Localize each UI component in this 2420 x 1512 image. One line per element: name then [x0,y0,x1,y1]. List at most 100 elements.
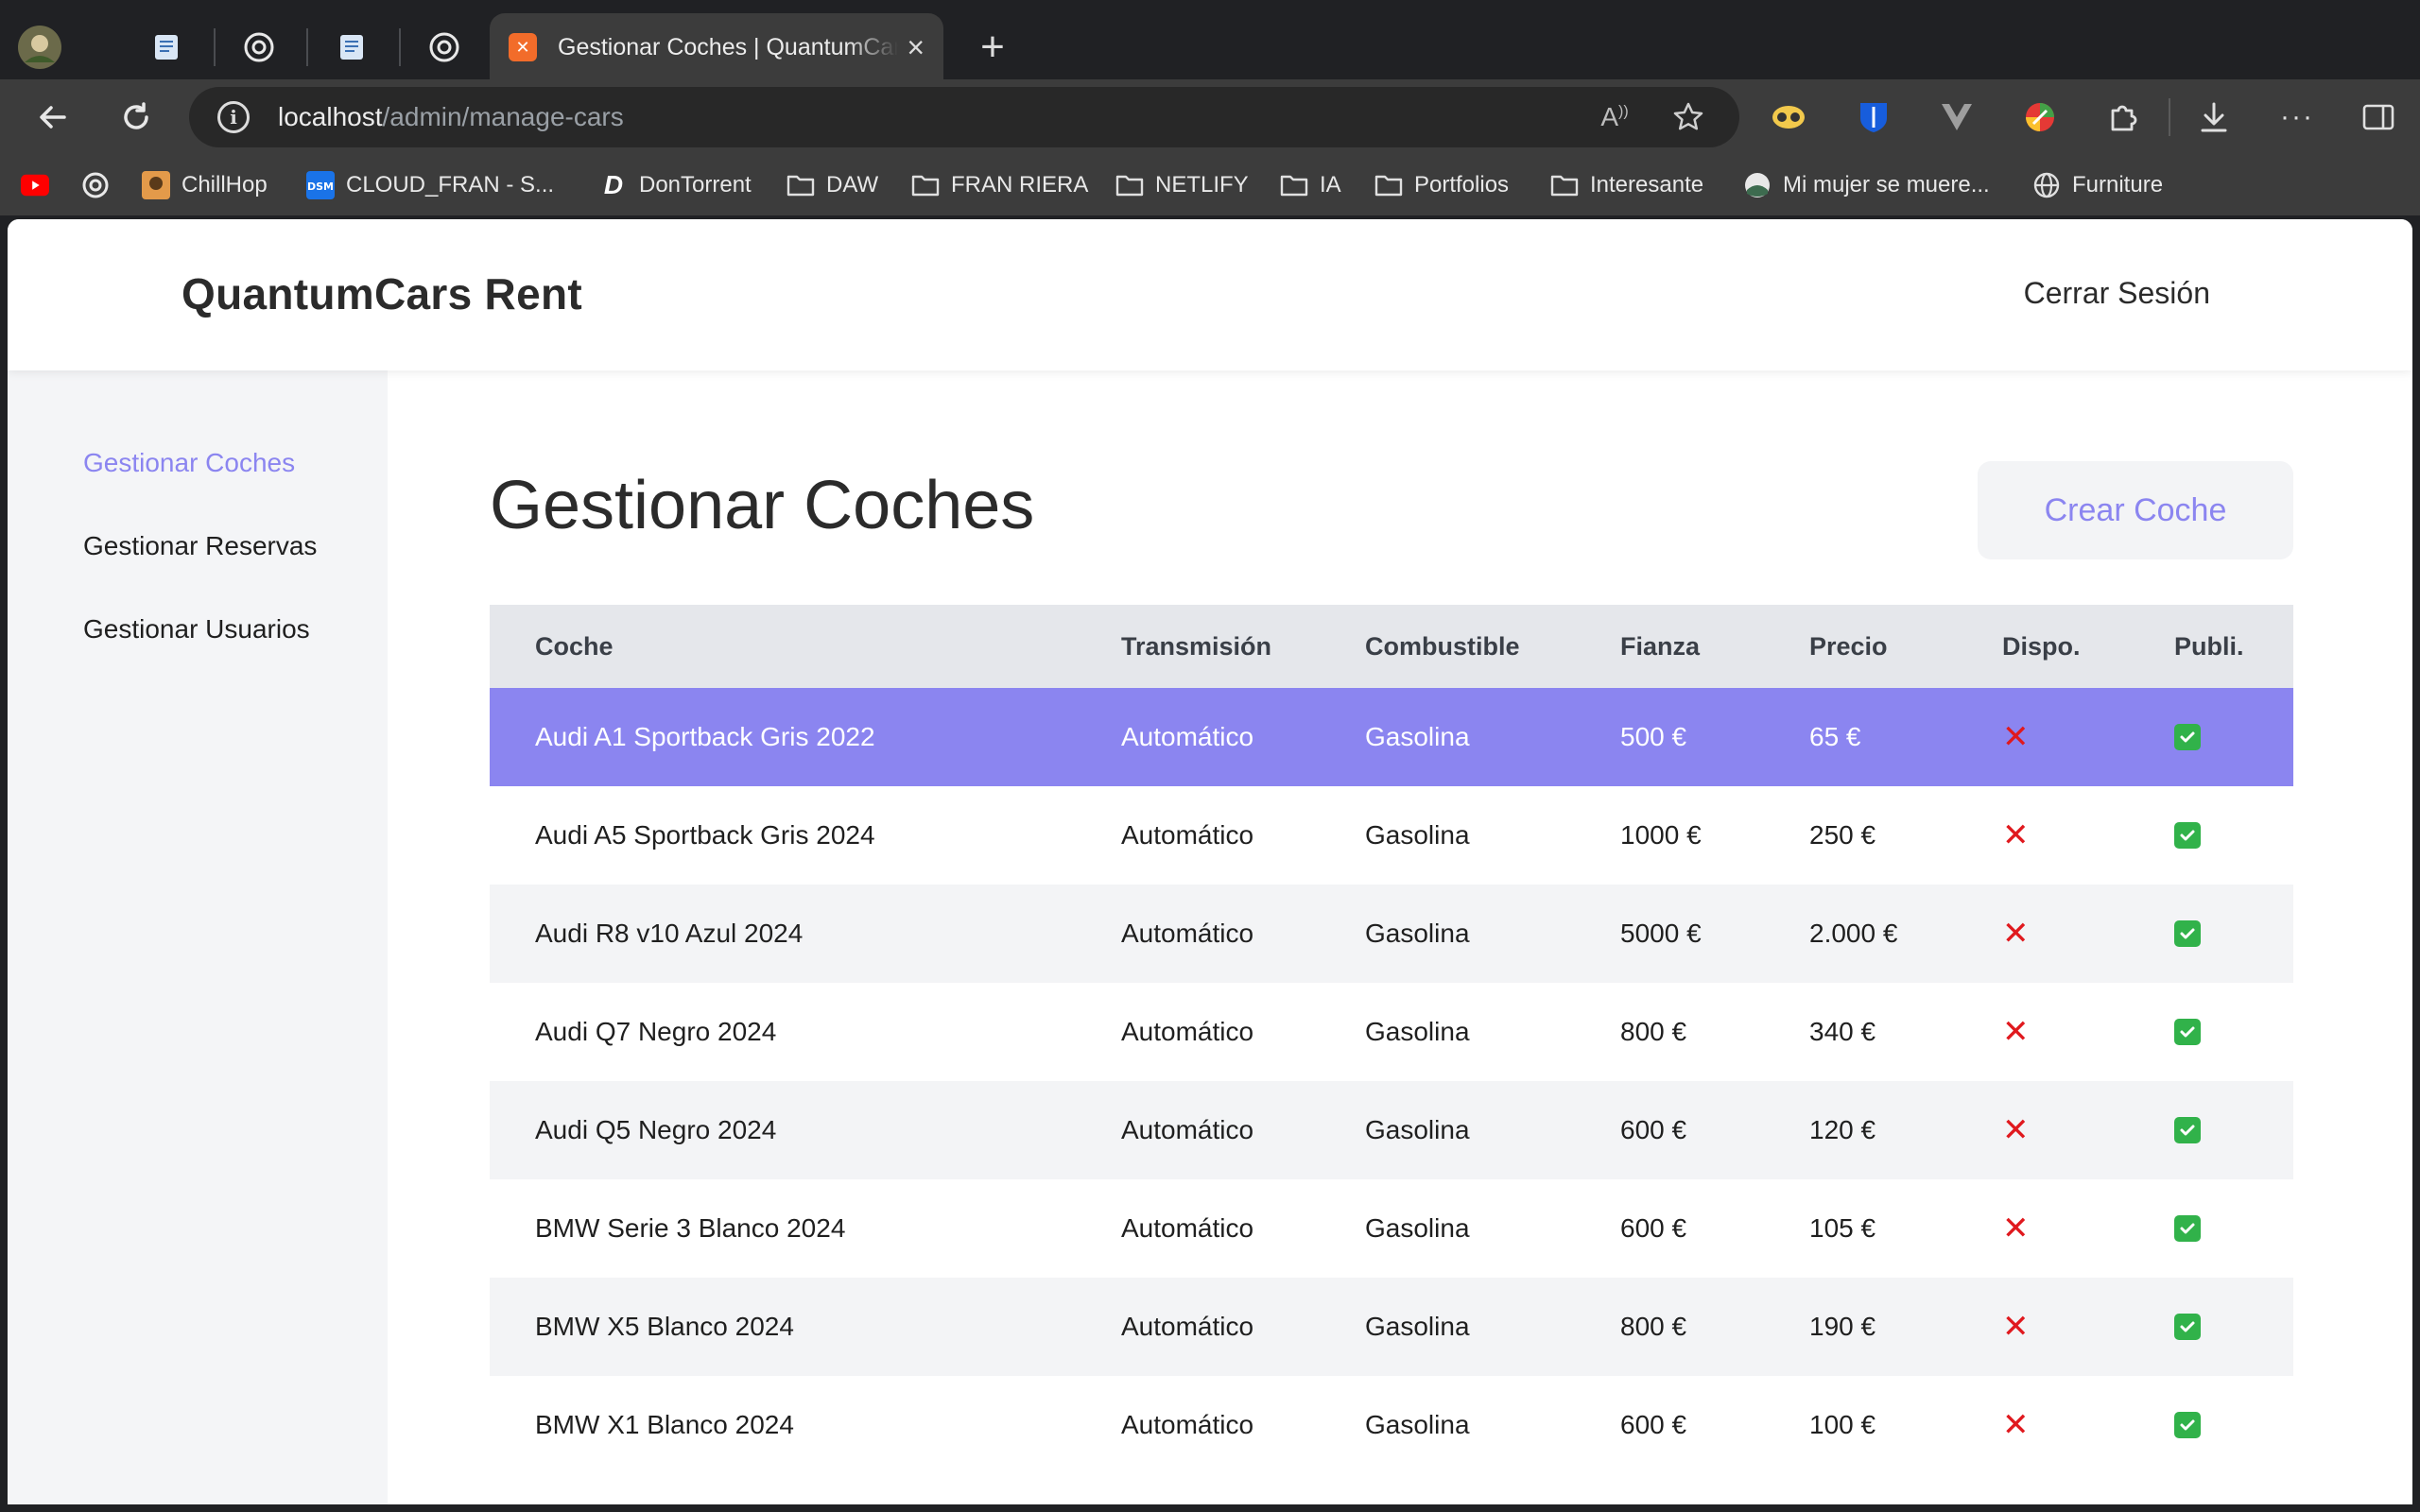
dontorrent-icon: D [603,170,624,199]
extensions-puzzle-icon[interactable] [2100,94,2146,140]
create-car-button[interactable]: Crear Coche [1978,461,2293,559]
address-bar[interactable]: i localhost/admin/manage-cars [189,87,1739,147]
site-info-icon[interactable]: i [217,101,250,133]
reload-icon[interactable] [112,93,161,142]
bookmark-cloud-fran[interactable]: DSM CLOUD_FRAN - S... [306,166,554,204]
cell-combustible: Gasolina [1365,1213,1470,1243]
extension-glasses-icon[interactable] [1766,94,1811,140]
globe-icon [2032,171,2061,199]
bookmark-label: CLOUD_FRAN - S... [346,172,555,198]
sidebar-item-gestionar-reservas[interactable]: Gestionar Reservas [83,531,317,561]
column-header-coche[interactable]: Coche [535,605,614,688]
cell-coche: Audi Q5 Negro 2024 [535,1115,777,1144]
column-header-transmision[interactable]: Transmisión [1121,605,1271,688]
downloads-icon[interactable] [2191,94,2237,140]
column-header-combustible[interactable]: Combustible [1365,605,1520,688]
cell-coche: BMW X1 Blanco 2024 [535,1410,794,1439]
sidebar-toggle-icon[interactable] [2356,94,2401,140]
checkbox-checked-icon [2174,1117,2201,1143]
cell-disponible: ✕ [2002,1081,2030,1179]
cell-combustible: Gasolina [1365,919,1470,948]
dsm-icon: DSM [306,171,335,199]
table-row[interactable]: Audi Q7 Negro 2024 Automático Gasolina 800 … [490,983,2293,1081]
new-tab-icon[interactable]: + [966,21,1019,74]
tab-openai-icon[interactable] [418,21,471,74]
folder-icon [1280,171,1308,199]
table-row[interactable]: BMW Serie 3 Blanco 2024 Automático Gasolin… [490,1179,2293,1278]
table-row[interactable]: Audi Q5 Negro 2024 Automático Gasolina 600 … [490,1081,2293,1179]
page-viewport: QuantumCars Rent Cerrar Sesión Gestionar… [8,219,2412,1504]
checkbox-checked-icon [2174,1314,2201,1340]
bookmark-youtube[interactable] [21,166,60,204]
cell-coche: BMW Serie 3 Blanco 2024 [535,1213,846,1243]
tab-notepad-icon[interactable] [140,21,193,74]
tab-notepad-icon[interactable] [325,21,378,74]
more-options-icon[interactable]: ··· [2274,94,2320,140]
bookmark-chillhop[interactable]: ChillHop [142,166,268,204]
cross-icon: ✕ [2002,817,2030,853]
profile-avatar-icon[interactable] [13,21,66,74]
cell-publicado [2174,1081,2201,1179]
table-row[interactable]: BMW X5 Blanco 2024 Automático Gasolina 800 … [490,1278,2293,1376]
bookmark-folder-fran-riera[interactable]: FRAN RIERA [911,166,1088,204]
cell-publicado [2174,786,2201,885]
back-icon[interactable] [28,93,78,142]
bookmark-folder-daw[interactable]: DAW [786,166,878,204]
tab-title: Gestionar Coches | QuantumCars Rent [558,33,898,60]
tab-openai-icon[interactable] [233,21,285,74]
bitwarden-icon[interactable] [1851,94,1896,140]
bookmark-folder-ia[interactable]: IA [1280,166,1341,204]
site-header: QuantumCars Rent Cerrar Sesión [8,219,2412,370]
url-host: localhost [278,102,383,131]
bookmark-mi-mujer[interactable]: Mi mujer se muere... [1743,166,1990,204]
bookmark-folder-portfolios[interactable]: Portfolios [1374,166,1509,204]
table-row[interactable]: Audi A5 Sportback Gris 2024 Automático Gas… [490,786,2293,885]
sidebar-item-gestionar-coches[interactable]: Gestionar Coches [83,448,295,478]
column-header-fianza[interactable]: Fianza [1620,605,1700,688]
cell-transmision: Automático [1121,1213,1254,1243]
cross-icon: ✕ [2002,1211,2030,1246]
sidebar-item-gestionar-usuarios[interactable]: Gestionar Usuarios [83,614,310,644]
cell-fianza: 600 € [1620,1115,1687,1144]
bookmark-folder-netlify[interactable]: NETLIFY [1115,166,1249,204]
cell-transmision: Automático [1121,722,1254,751]
cell-combustible: Gasolina [1365,820,1470,850]
column-header-precio[interactable]: Precio [1809,605,1888,688]
column-header-disponible[interactable]: Dispo. [2002,605,2081,688]
logout-link[interactable]: Cerrar Sesión [2024,276,2210,311]
video-icon [1743,171,1772,199]
color-picker-icon[interactable] [2017,94,2063,140]
table-row[interactable]: Audi R8 v10 Azul 2024 Automático Gasolina 5… [490,885,2293,983]
cell-disponible: ✕ [2002,1179,2030,1278]
cell-precio: 250 € [1809,820,1876,850]
folder-icon [1115,171,1144,199]
table-row[interactable]: BMW X1 Blanco 2024 Automático Gasolina 600 … [490,1376,2293,1474]
tab-active[interactable]: ✕ Gestionar Coches | QuantumCars Rent × [490,13,943,81]
close-tab-icon[interactable]: × [907,32,925,62]
cell-combustible: Gasolina [1365,722,1470,751]
checkbox-checked-icon [2174,1412,2201,1438]
cross-icon: ✕ [2002,1112,2030,1148]
table-body: Audi A1 Sportback Gris 2022 Automático Gas… [490,688,2293,1474]
favorite-star-icon[interactable] [1669,98,1707,136]
cell-publicado [2174,688,2201,786]
brand-logo[interactable]: QuantumCars Rent [182,268,582,319]
cell-fianza: 1000 € [1620,820,1702,850]
cell-coche: Audi R8 v10 Azul 2024 [535,919,804,948]
cell-precio: 100 € [1809,1410,1876,1439]
cell-disponible: ✕ [2002,885,2030,983]
read-aloud-icon[interactable]: A)) [1596,98,1634,136]
bookmark-folder-interesante[interactable]: Interesante [1550,166,1703,204]
cell-coche: Audi Q7 Negro 2024 [535,1017,777,1046]
folder-icon [911,171,940,199]
bookmark-openai[interactable] [81,166,121,204]
vue-devtools-icon[interactable] [1934,94,1979,140]
bookmark-dontorrent[interactable]: D DonTorrent [599,166,752,204]
bookmark-label: FRAN RIERA [951,172,1089,198]
column-header-publicado[interactable]: Publi. [2174,605,2244,688]
bookmark-furniture[interactable]: Furniture [2032,166,2163,204]
cell-transmision: Automático [1121,1017,1254,1046]
checkbox-checked-icon [2174,1019,2201,1045]
table-row[interactable]: Audi A1 Sportback Gris 2022 Automático Gas… [490,688,2293,786]
cell-publicado [2174,885,2201,983]
